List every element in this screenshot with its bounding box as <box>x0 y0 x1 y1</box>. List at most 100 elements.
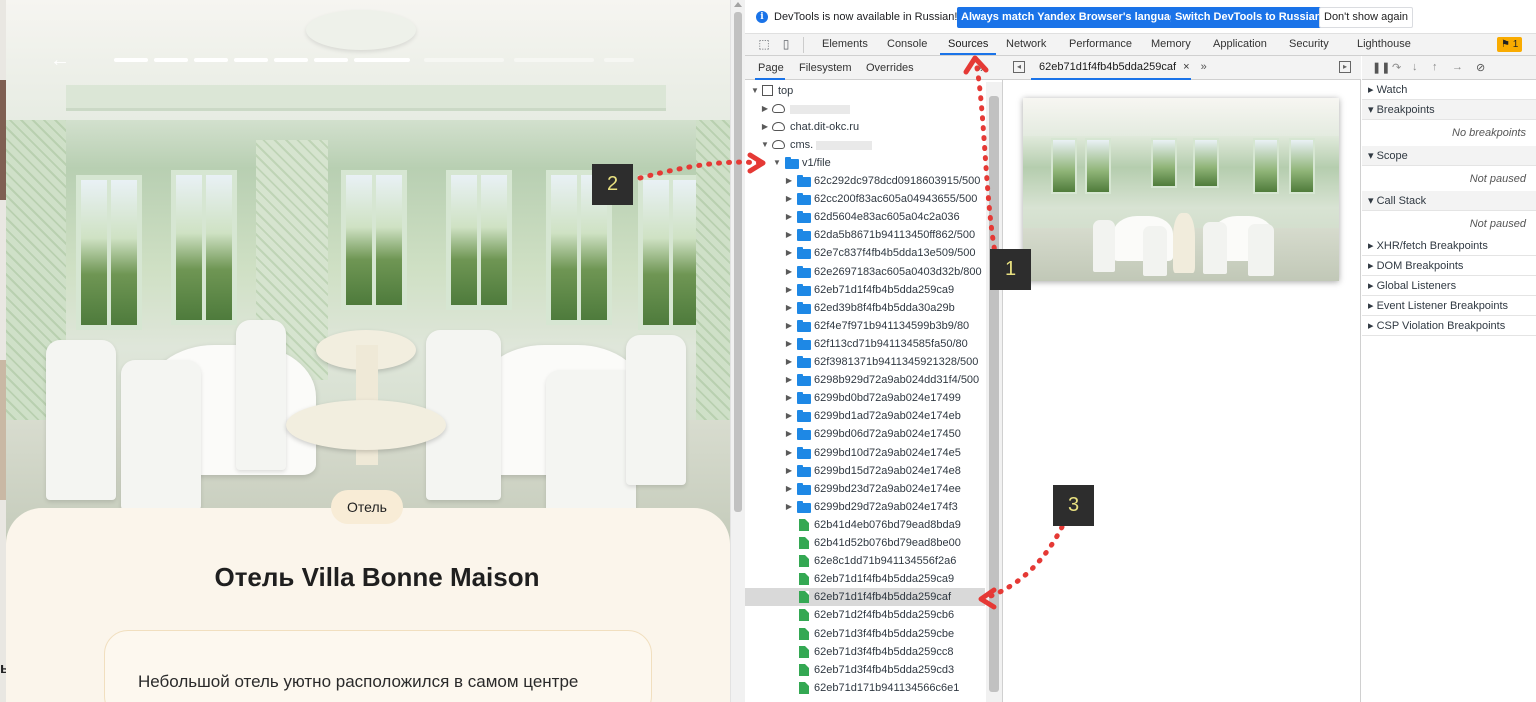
tree-item-file[interactable]: 62b41d4eb076bd79ead8bda9 <box>745 516 985 534</box>
tree-item-file[interactable]: 62eb71d3f4fb4b5dda259cc8 <box>745 643 985 661</box>
section-event-listener-breakpoints[interactable]: ▸ Event Listener Breakpoints <box>1362 296 1536 316</box>
switch-to-russian-button[interactable]: Switch DevTools to Russian <box>1171 7 1326 28</box>
tree-item-folder[interactable]: ▶ 6299bd23d72a9ab024e174ee <box>745 480 985 498</box>
file-icon <box>799 518 809 531</box>
tree-item-folder[interactable]: ▶ 6299bd15d72a9ab024e174e8 <box>745 462 985 480</box>
folder-icon <box>797 356 811 368</box>
folder-label: 62c292dc978dcd0918603915/500 <box>814 175 981 187</box>
folder-icon <box>797 301 811 314</box>
tab-lighthouse[interactable]: Lighthouse <box>1357 37 1411 51</box>
file-label: 62eb71d2f4fb4b5dda259cb6 <box>814 609 955 622</box>
folder-icon <box>797 446 811 459</box>
hotel-page: ь ← Отель Отель Villa Bonne Maison Небол… <box>0 0 745 702</box>
editor-tab-file[interactable]: 62eb71d1f4fb4b5dda259caf × » <box>1039 61 1207 73</box>
tree-item-folder[interactable]: ▶ 6299bd1ad72a9ab024e174eb <box>745 407 985 425</box>
folder-icon <box>785 157 799 169</box>
tab-performance[interactable]: Performance <box>1069 37 1132 51</box>
tree-item-file[interactable]: 62eb71d1f4fb4b5dda259ca9 <box>745 570 985 588</box>
inspect-element-icon[interactable]: ⬚ <box>757 38 771 51</box>
navigator-tab-overrides[interactable]: Overrides <box>866 62 914 74</box>
file-label: 62eb71d3f4fb4b5dda259cc8 <box>814 645 954 658</box>
navigator-tab-page[interactable]: Page <box>758 62 784 74</box>
tab-security[interactable]: Security <box>1289 37 1329 51</box>
tree-item-folder[interactable]: ▶ 62ed39b8f4fb4b5dda30a29b <box>745 299 985 317</box>
folder-label: 62d5604e83ac605a04c2a036 <box>814 211 960 224</box>
navigator-more-icon[interactable]: » <box>977 60 984 75</box>
dont-show-again-button[interactable]: Don't show again <box>1319 7 1414 28</box>
tree-item-folder[interactable]: ▶ 6298b929d72a9ab024dd31f4/500 <box>745 371 985 389</box>
tree-item-folder[interactable]: ▶ 62f4e7f971b941134599b3b9/80 <box>745 317 985 335</box>
tree-item-file[interactable]: 62eb71d171b941134566c6e1 <box>745 679 985 697</box>
tree-item-top[interactable]: ▼ top <box>745 82 985 100</box>
folder-icon <box>797 247 811 260</box>
section-csp-breakpoints[interactable]: ▸ CSP Violation Breakpoints <box>1362 316 1536 336</box>
issues-badge[interactable]: ⚑ 1 <box>1497 37 1523 52</box>
folder-label: 6299bd29d72a9ab024e174f3 <box>814 500 958 513</box>
devtools-infobar: i DevTools is now available in Russian! … <box>745 0 1536 34</box>
tree-item-folder-v1[interactable]: ▼ v1/file <box>745 154 985 172</box>
device-toolbar-icon[interactable]: ▯ <box>779 38 793 51</box>
collapsed-arrow-icon: ▶ <box>785 320 793 330</box>
folder-icon <box>797 175 811 187</box>
tree-item-folder[interactable]: ▶ 6299bd10d72a9ab024e174e5 <box>745 444 985 462</box>
hotel-photo[interactable]: ← <box>6 0 730 560</box>
tree-item-file-selected[interactable]: 62eb71d1f4fb4b5dda259caf <box>745 588 985 607</box>
expanded-arrow-icon: ▼ <box>773 158 781 167</box>
tree-item-folder[interactable]: ▶ 62f113cd71b941134585fa50/80 <box>745 335 985 353</box>
tree-item-file[interactable]: 62e8c1dd71b941134556f2a6 <box>745 552 985 570</box>
tree-item-file[interactable]: 62eb71d2f4fb4b5dda259cb6 <box>745 606 985 624</box>
folder-label: 62e7c837f4fb4b5dda13e509/500 <box>814 247 976 260</box>
tree-item-host-cms[interactable]: ▼ cms. <box>745 136 985 154</box>
file-icon <box>799 627 809 640</box>
always-match-language-button[interactable]: Always match Yandex Browser's language <box>957 7 1187 28</box>
tree-item-folder[interactable]: ▶ 62f3981371b9411345921328/500 <box>745 353 985 371</box>
section-watch[interactable]: ▸ Watch <box>1362 80 1536 100</box>
editor-more-icon[interactable]: » <box>1201 61 1207 73</box>
tree-item-folder[interactable]: ▶ 62e7c837f4fb4b5dda13e509/500 <box>745 244 985 262</box>
tab-console[interactable]: Console <box>887 37 927 51</box>
back-arrow-icon[interactable]: ← <box>50 50 76 70</box>
tree-item-folder[interactable]: ▶ 62eb71d1f4fb4b5dda259ca9 <box>745 281 985 299</box>
toggle-navigator-icon[interactable]: ◂ <box>1013 61 1025 73</box>
tree-item-folder[interactable]: ▶ 62c292dc978dcd0918603915/500 <box>745 172 985 190</box>
section-scope[interactable]: ▾ Scope <box>1362 146 1536 166</box>
no-breakpoints-text: No breakpoints <box>1452 127 1526 139</box>
section-breakpoints[interactable]: ▾ Breakpoints <box>1362 100 1536 120</box>
toggle-debugger-icon[interactable]: ▸ <box>1339 61 1351 73</box>
tab-elements[interactable]: Elements <box>822 37 868 51</box>
cloud-icon <box>772 122 785 131</box>
tree-item-host-chat[interactable]: ▶ chat.dit-okc.ru <box>745 118 985 136</box>
section-xhr-breakpoints[interactable]: ▸ XHR/fetch Breakpoints <box>1362 236 1536 256</box>
pause-icon[interactable]: ❚❚ <box>1372 61 1390 74</box>
tree-item-folder[interactable]: ▶ 62e2697183ac605a0403d32b/800 <box>745 263 985 281</box>
navigator-tab-filesystem[interactable]: Filesystem <box>799 62 852 74</box>
section-global-listeners[interactable]: ▸ Global Listeners <box>1362 276 1536 296</box>
tree-item-folder[interactable]: ▶ 62da5b8671b94113450ff862/500 <box>745 226 985 244</box>
tree-item-folder[interactable]: ▶ 62d5604e83ac605a04c2a036 <box>745 208 985 226</box>
tab-network[interactable]: Network <box>1006 37 1046 51</box>
section-dom-breakpoints[interactable]: ▸ DOM Breakpoints <box>1362 256 1536 276</box>
tree-item-host-hidden[interactable]: ▶ <box>745 100 985 118</box>
tree-item-file[interactable]: 62eb71d3f4fb4b5dda259cd3 <box>745 661 985 679</box>
tree-item-file[interactable]: 62eb71d3f4fb4b5dda259cbe <box>745 625 985 643</box>
tree-item-folder[interactable]: ▶ 62cc200f83ac605a04943655/500 <box>745 190 985 208</box>
file-icon <box>799 555 809 568</box>
tab-memory[interactable]: Memory <box>1151 37 1191 51</box>
tab-sources[interactable]: Sources <box>948 37 988 51</box>
step-over-icon[interactable]: ↷ <box>1392 61 1401 74</box>
step-icon[interactable]: → <box>1452 61 1463 73</box>
tree-item-file[interactable]: 62b41d52b076bd79ead8be00 <box>745 534 985 552</box>
tree-item-folder[interactable]: ▶ 6299bd0bd72a9ab024e17499 <box>745 389 985 407</box>
folder-icon <box>797 392 811 405</box>
tab-application[interactable]: Application <box>1213 37 1267 51</box>
file-label: 62eb71d1f4fb4b5dda259caf <box>814 591 952 604</box>
close-tab-icon[interactable]: × <box>1183 61 1189 73</box>
section-call-stack[interactable]: ▾ Call Stack <box>1362 191 1536 211</box>
page-scrollbar[interactable] <box>730 0 745 702</box>
step-into-icon[interactable]: ↓ <box>1412 61 1418 73</box>
tree-item-folder[interactable]: ▶ 6299bd06d72a9ab024e17450 <box>745 425 985 443</box>
step-out-icon[interactable]: ↑ <box>1432 61 1438 73</box>
tree-item-folder[interactable]: ▶ 6299bd29d72a9ab024e174f3 <box>745 498 985 516</box>
navigator-scrollbar[interactable] <box>986 82 1002 702</box>
deactivate-breakpoints-icon[interactable]: ⊘ <box>1476 61 1485 74</box>
